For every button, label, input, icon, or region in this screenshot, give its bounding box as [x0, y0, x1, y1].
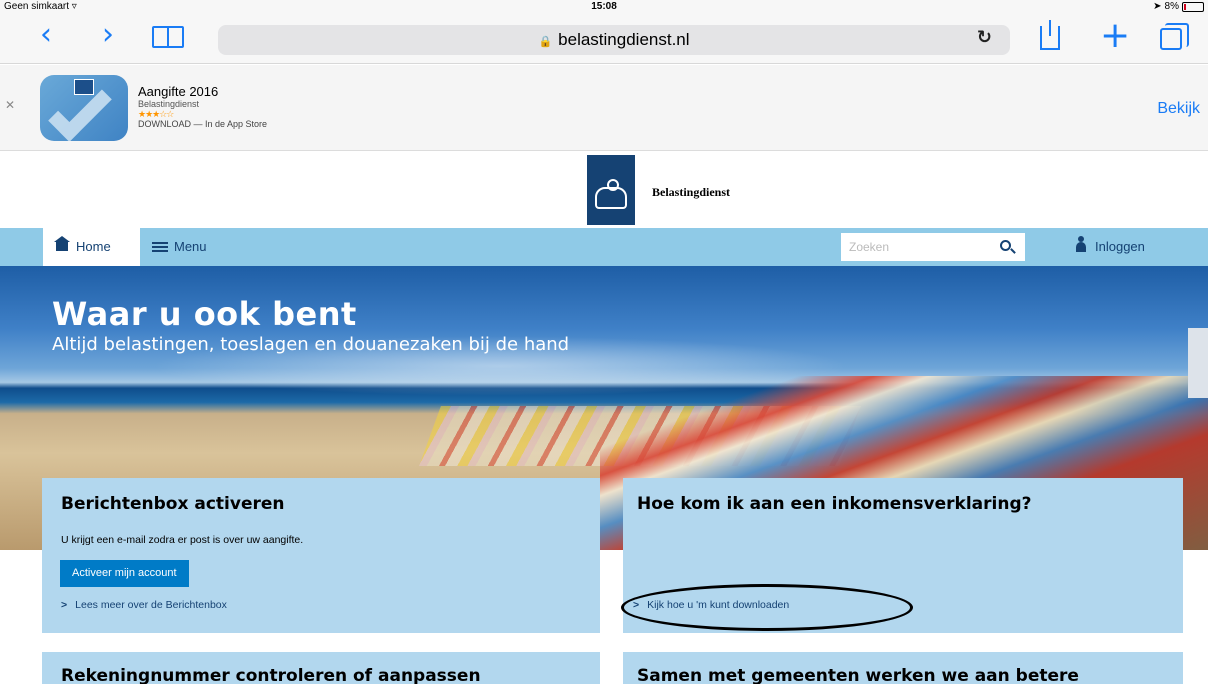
- search-input[interactable]: [841, 233, 981, 261]
- browser-toolbar: ‹ › 🔒 belastingdienst.nl ↻ +: [0, 14, 1208, 64]
- card-link-label: Kijk hoe u 'm kunt downloaden: [647, 599, 790, 611]
- forward-icon[interactable]: ›: [102, 10, 114, 60]
- login-link[interactable]: Inloggen: [1076, 228, 1145, 266]
- chevron-right-icon: >: [633, 599, 640, 611]
- card-rekeningnummer: Rekeningnummer controleren of aanpassen: [42, 652, 600, 684]
- card-text: U krijgt een e-mail zodra er post is ove…: [61, 534, 304, 546]
- app-banner: ✕ Aangifte 2016 Belastingdienst ★★★☆☆ DO…: [0, 65, 1208, 151]
- main-nav: Home Menu Inloggen: [0, 228, 1208, 266]
- app-download-text: DOWNLOAD — In de App Store: [138, 119, 268, 129]
- location-icon: ➤: [1153, 1, 1162, 12]
- clock: 15:08: [591, 1, 617, 12]
- battery-icon: [1182, 1, 1204, 12]
- bookmarks-icon[interactable]: [152, 26, 184, 48]
- lock-icon: 🔒: [538, 36, 553, 48]
- back-icon[interactable]: ‹: [40, 10, 52, 60]
- share-icon[interactable]: [1040, 20, 1060, 50]
- nav-menu[interactable]: Menu: [152, 228, 207, 266]
- hero-subtitle: Altijd belastingen, toeslagen en douanez…: [52, 334, 570, 355]
- logo-emblem[interactable]: [587, 155, 635, 225]
- card-gemeenten: Samen met gemeenten werken we aan betere: [623, 652, 1183, 684]
- address-bar[interactable]: 🔒 belastingdienst.nl ↻: [218, 25, 1010, 55]
- hamburger-icon: [152, 242, 168, 252]
- login-label: Inloggen: [1095, 239, 1145, 254]
- activate-account-button[interactable]: Activeer mijn account: [60, 560, 189, 587]
- user-icon: [1076, 236, 1086, 252]
- app-title: Aangifte 2016: [138, 84, 219, 99]
- card-title: Rekeningnummer controleren of aanpassen: [61, 666, 481, 684]
- card-link-label: Lees meer over de Berichtenbox: [75, 599, 227, 611]
- search-icon[interactable]: [1000, 240, 1011, 251]
- home-icon: [54, 236, 70, 251]
- card-link[interactable]: > Kijk hoe u 'm kunt downloaden: [633, 599, 789, 611]
- card-inkomensverklaring: Hoe kom ik aan een inkomensverklaring? >…: [623, 478, 1183, 633]
- card-title: Berichtenbox activeren: [61, 494, 285, 514]
- view-app-button[interactable]: Bekijk: [1157, 100, 1200, 118]
- chevron-right-icon: >: [61, 599, 68, 611]
- close-icon[interactable]: ✕: [5, 98, 15, 112]
- nav-menu-label: Menu: [174, 239, 207, 254]
- card-title: Hoe kom ik aan een inkomensverklaring?: [637, 494, 1032, 514]
- search-box: [841, 233, 1025, 261]
- card-berichtenbox: Berichtenbox activeren U krijgt een e-ma…: [42, 478, 600, 633]
- logo-text[interactable]: Belastingdienst: [652, 185, 730, 200]
- card-title: Samen met gemeenten werken we aan betere: [637, 666, 1079, 684]
- tabs-icon[interactable]: [1160, 23, 1189, 50]
- battery-percent: 8%: [1164, 1, 1179, 12]
- url-text: belastingdienst.nl: [558, 30, 690, 49]
- app-publisher: Belastingdienst: [138, 99, 200, 109]
- nav-home[interactable]: Home: [43, 228, 140, 266]
- nav-home-label: Home: [76, 239, 111, 254]
- app-icon: [40, 75, 128, 141]
- hero-title: Waar u ook bent: [52, 295, 357, 333]
- battery-indicator: ➤ 8%: [1153, 1, 1204, 12]
- new-tab-icon[interactable]: +: [1100, 11, 1130, 61]
- reload-icon[interactable]: ↻: [977, 27, 992, 48]
- site-header: Belastingdienst: [0, 152, 1208, 228]
- status-bar: Geen simkaart ▿ 15:08 ➤ 8%: [0, 0, 1208, 14]
- card-link[interactable]: > Lees meer over de Berichtenbox: [61, 599, 227, 611]
